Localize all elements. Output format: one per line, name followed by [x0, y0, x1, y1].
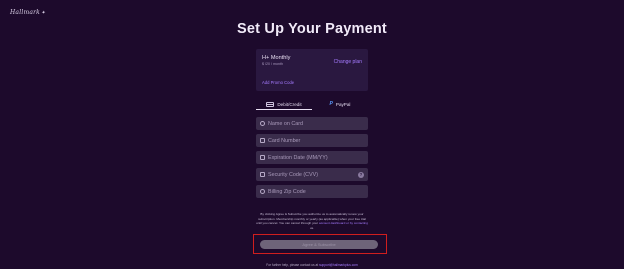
name-on-card-placeholder: Name on Card: [268, 120, 304, 127]
account-dashboard-link[interactable]: account dashboard or by contacting: [319, 221, 368, 225]
page-title: Set Up Your Payment: [237, 21, 387, 37]
tab-paypal[interactable]: P PayPal: [312, 99, 368, 109]
plan-price: $ /20 / month: [262, 62, 283, 66]
billing-zip-field[interactable]: Billing Zip Code: [256, 185, 368, 198]
card-number-placeholder: Card Number: [268, 137, 301, 144]
plan-name: H+ Monthly: [262, 55, 291, 61]
consent-text: By clicking Agree & Subscribe you author…: [256, 212, 368, 230]
zip-placeholder: Billing Zip Code: [268, 188, 306, 195]
calendar-icon: [260, 155, 265, 160]
card-number-field[interactable]: Card Number: [256, 134, 368, 147]
lock-icon: [260, 172, 265, 177]
tab-label: Debit/Credit: [277, 101, 302, 107]
plan-summary-card: H+ Monthly $ /20 / month Change plan Add…: [256, 49, 368, 91]
person-icon: [260, 121, 265, 126]
payment-method-tabs: Debit/Credit P PayPal: [256, 99, 368, 111]
logo-text: Hallmark: [10, 9, 41, 16]
security-code-field[interactable]: Security Code (CVV) ?: [256, 168, 368, 181]
brand-logo[interactable]: Hallmark✦: [10, 9, 45, 16]
change-plan-link[interactable]: Change plan: [334, 59, 362, 65]
credit-card-icon: [266, 101, 275, 107]
paypal-icon: P: [329, 101, 333, 107]
security-code-placeholder: Security Code (CVV): [268, 171, 319, 178]
crown-icon: ✦: [41, 10, 46, 16]
card-icon: [260, 138, 265, 143]
consent-suffix: us.: [309, 225, 315, 230]
footer-help: For further help, please contact us at s…: [0, 263, 624, 267]
agree-subscribe-button[interactable]: Agree & Subscribe: [260, 240, 378, 249]
footer-text: For further help, please contact us at: [266, 263, 319, 267]
support-email-link[interactable]: support@hallmarkplus.com: [319, 263, 358, 267]
help-icon[interactable]: ?: [358, 171, 364, 178]
tab-debit-credit[interactable]: Debit/Credit: [256, 99, 312, 110]
tab-label: PayPal: [335, 101, 351, 107]
location-icon: [260, 189, 265, 194]
name-on-card-field[interactable]: Name on Card: [256, 117, 368, 130]
add-promo-code-link[interactable]: Add Promo Code: [262, 80, 294, 85]
expiration-date-field[interactable]: Expiration Date (MM/YY): [256, 151, 368, 164]
expiration-placeholder: Expiration Date (MM/YY): [268, 154, 328, 161]
